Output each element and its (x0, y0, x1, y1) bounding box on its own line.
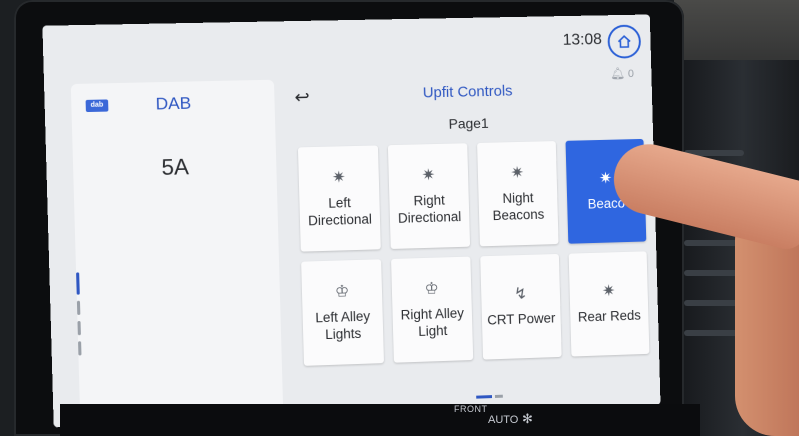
beacon-icon: ✷ (601, 282, 616, 301)
tile-rear-reds[interactable]: ✷ Rear Reds (568, 251, 650, 357)
beacon-icon: ✷ (331, 168, 346, 187)
tile-right-directional[interactable]: ✷ Right Directional (387, 143, 471, 249)
upfit-tile-grid: ✷ Left Directional ✷ Right Directional ✷… (297, 138, 654, 380)
tile-label: Directional (397, 208, 462, 226)
infotainment-screen: 13:08 🔔︎ 0 dab DAB 5A ↩ Upfit Controls Pa… (42, 14, 661, 428)
page-indicator: Page1 (448, 114, 489, 132)
audio-source-title: DAB (155, 93, 192, 114)
tile-night-beacons[interactable]: ✷ Night Beacons (477, 141, 559, 247)
tile-label: Night (502, 189, 534, 206)
tile-crt-power[interactable]: ↯ CRT Power (480, 253, 562, 360)
tile-left-alley-lights[interactable]: ♔ Left Alley Lights (301, 259, 384, 366)
tile-label: Rear Reds (577, 307, 642, 325)
beacon-icon: ✷ (598, 170, 613, 188)
tile-label: Right (413, 192, 445, 208)
beacon-icon: ✷ (510, 164, 525, 182)
scroll-indicator[interactable] (76, 266, 82, 356)
front-defrost-label[interactable]: FRONT (454, 404, 488, 414)
alley-light-icon: ♔ (424, 279, 439, 298)
tile-label: Directional (307, 211, 373, 228)
tile-label: Lights (324, 325, 362, 342)
clock: 13:08 (562, 31, 603, 49)
home-icon (617, 35, 631, 49)
tile-left-directional[interactable]: ✷ Left Directional (297, 145, 381, 252)
climate-strip: FRONT AUTO ✻ (60, 404, 700, 436)
climate-auto-button[interactable]: AUTO (488, 414, 518, 426)
fan-icon[interactable]: ✻ (522, 411, 533, 427)
beacon-icon: ✷ (421, 166, 436, 184)
tile-label: Light (418, 322, 448, 339)
upfit-header: ↩ Upfit Controls Page1 (288, 72, 645, 140)
home-button[interactable] (607, 24, 642, 59)
tile-right-alley-light[interactable]: ♔ Right Alley Light (391, 256, 474, 363)
station-name: 5A (161, 154, 190, 181)
page-title: Upfit Controls (422, 82, 513, 102)
tile-label: Right Alley (400, 305, 465, 323)
alley-light-icon: ♔ (334, 282, 350, 301)
tile-label: Left Alley (315, 308, 371, 325)
tile-label: Beacons (492, 206, 545, 223)
page-dots[interactable] (476, 385, 506, 404)
audio-card[interactable]: dab DAB 5A (70, 79, 284, 428)
tile-label: CRT Power (487, 310, 556, 328)
power-icon: ↯ (513, 285, 528, 303)
status-bar: 13:08 🔔︎ 0 (42, 14, 651, 82)
tile-label: Left (328, 194, 352, 211)
